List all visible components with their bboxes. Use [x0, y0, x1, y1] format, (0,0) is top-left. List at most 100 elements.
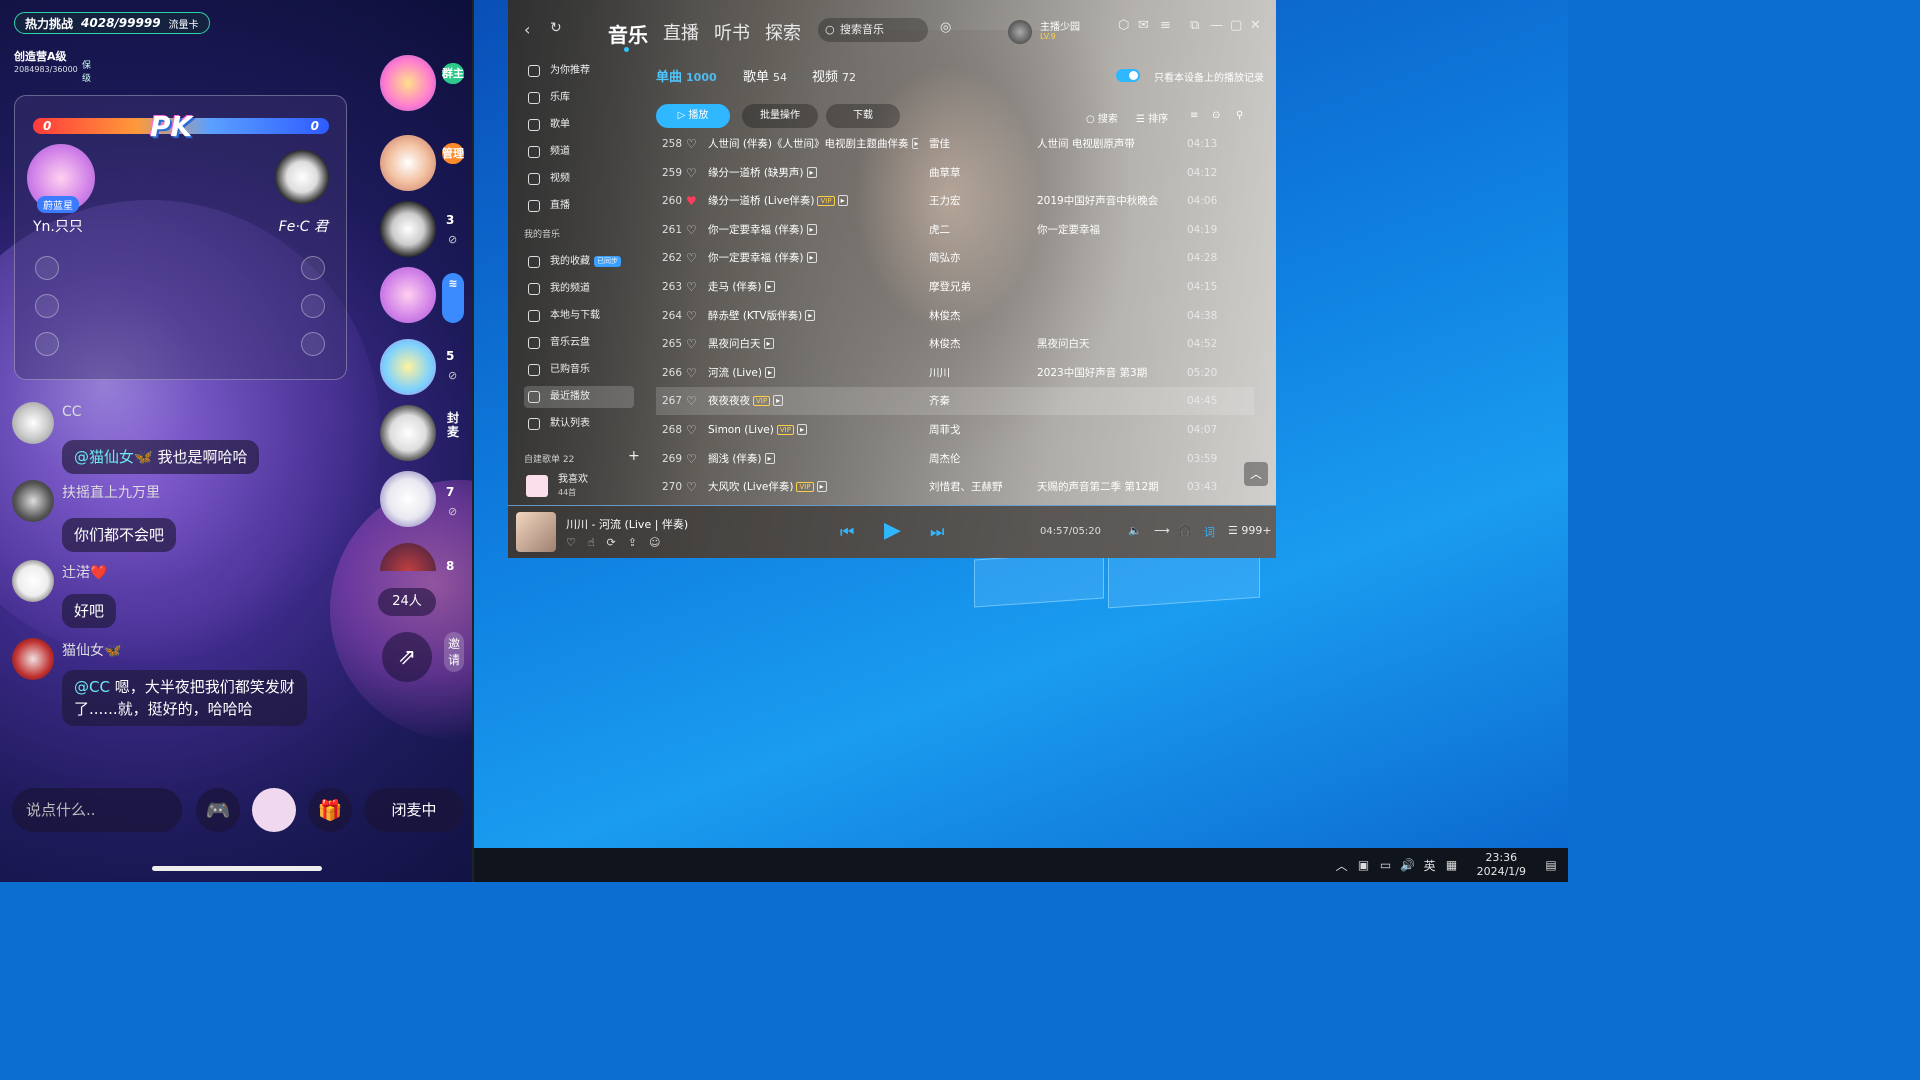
sidebar-item-live[interactable]: 直播 [524, 195, 634, 217]
song-artist[interactable]: 川川 [929, 359, 1029, 387]
tab-music[interactable]: 音乐 [608, 19, 648, 52]
table-row[interactable]: 261 ♡ 你一定要幸福 (伴奏) ▸ 虎二 你一定要幸福 04:19 [656, 216, 1254, 244]
minimize-icon[interactable]: — [1210, 18, 1223, 33]
now-playing-title[interactable]: 川川 - 河流 (Live | 伴奏) [566, 516, 688, 532]
mv-icon[interactable]: ▸ [764, 452, 775, 464]
avatar[interactable] [12, 560, 54, 602]
maximize-icon[interactable]: ▢ [1230, 18, 1242, 33]
close-icon[interactable]: ✕ [1250, 18, 1261, 33]
table-row[interactable]: 263 ♡ 走马 (伴奏) ▸ 摩登兄弟 04:15 [656, 273, 1254, 301]
song-album[interactable]: 天赐的声音第二季 第12期 [1037, 473, 1187, 501]
loop-mode-icon[interactable]: ⟶ [1154, 524, 1170, 537]
mention[interactable]: @猫仙女🦋 [74, 448, 153, 466]
table-row[interactable]: 264 ♡ 醉赤壁 (KTV版伴奏) ▸ 林俊杰 04:38 [656, 302, 1254, 330]
heart-icon[interactable]: ♡ [686, 302, 697, 330]
heart-icon[interactable]: ♡ [686, 445, 697, 473]
seat-3-avatar[interactable] [380, 201, 436, 257]
song-title[interactable]: 缘分一道桥 (缺男声) ▸ [708, 159, 918, 187]
sound-effect-icon[interactable]: 🎧 [1178, 524, 1192, 537]
heart-icon[interactable]: ♡ [686, 330, 697, 358]
heart-icon[interactable]: ♡ [686, 273, 697, 301]
song-title[interactable]: 搁浅 (伴奏) ▸ [708, 445, 918, 473]
mv-icon[interactable]: ▸ [806, 223, 817, 235]
notification-icon[interactable]: ▤ [1544, 858, 1558, 872]
mv-icon[interactable]: ▸ [816, 481, 827, 493]
heart-icon[interactable]: ♡ [686, 244, 697, 272]
table-row[interactable]: 266 ♡ 河流 (Live) ▸ 川川 2023中国好声音 第3期 05:20 [656, 359, 1254, 387]
sidebar-item-recent[interactable]: 最近播放 [524, 386, 634, 408]
song-title[interactable]: 走马 (伴奏) ▸ [708, 273, 918, 301]
camp-rank[interactable]: 创造营A级 2084983/36000 保级 [14, 50, 91, 84]
song-artist[interactable]: 雷佳 [929, 130, 1029, 158]
song-title[interactable]: Simon (Live) VIP ▸ [708, 416, 918, 444]
seat-6-avatar[interactable] [380, 405, 436, 461]
mv-icon[interactable]: ▸ [911, 138, 918, 149]
tab-videos[interactable]: 视频 72 [812, 66, 856, 85]
user-filter-icon[interactable]: ⚲ [1236, 110, 1243, 121]
tab-singles[interactable]: 单曲 1000 [656, 66, 717, 85]
heart-icon[interactable]: ♡ [686, 159, 697, 187]
online-count[interactable]: 24人 [378, 588, 436, 616]
song-artist[interactable]: 林俊杰 [929, 330, 1029, 358]
avatar[interactable] [12, 480, 54, 522]
sidebar-item-recommend[interactable]: 为你推荐 [524, 60, 634, 82]
song-title[interactable]: 人世间 (伴奏)《人世间》电视剧主题曲伴奏 ▸ [708, 130, 918, 158]
mention[interactable]: @CC [74, 678, 110, 696]
sidebar-item-library[interactable]: 乐库 [524, 87, 634, 109]
table-row[interactable]: 265 ♡ 黑夜问白天 ▸ 林俊杰 黑夜问白天 04:52 [656, 330, 1254, 358]
table-row[interactable]: 268 ♡ Simon (Live) VIP ▸ 周菲戈 04:07 [656, 416, 1254, 444]
seat-4-avatar[interactable] [380, 267, 436, 323]
sidebar-item-default-list[interactable]: 默认列表 [524, 413, 634, 435]
song-artist[interactable]: 王力宏 [929, 187, 1029, 215]
host-avatar[interactable] [380, 55, 436, 111]
clock[interactable]: 23:36 2024/1/9 [1477, 851, 1526, 879]
emoji-avatar-button[interactable] [252, 788, 296, 832]
back-icon[interactable]: ‹ [524, 20, 530, 39]
heart-icon[interactable]: ♡ [686, 130, 697, 158]
song-album[interactable]: 黑夜问白天 [1037, 330, 1187, 358]
player-action-icons[interactable]: ♡☝⟳⇪☺ [566, 536, 672, 549]
sidebar-item-cloud-drive[interactable]: 音乐云盘 [524, 332, 634, 354]
gamepad-icon[interactable]: 🎮 [196, 788, 240, 832]
playlist-button[interactable]: ☰ 999+ [1228, 524, 1272, 537]
sidebar-item-my-channels[interactable]: 我的频道 [524, 278, 634, 300]
mv-icon[interactable]: ▸ [773, 395, 784, 407]
song-artist[interactable]: 虎二 [929, 216, 1029, 244]
song-title[interactable]: 黑夜问白天 ▸ [708, 330, 918, 358]
sidebar-item-favorites[interactable]: 我的收藏 已同步 [524, 251, 634, 273]
song-artist[interactable]: 周杰伦 [929, 445, 1029, 473]
tab-live[interactable]: 直播 [663, 19, 699, 45]
song-artist[interactable]: 摩登兄弟 [929, 273, 1029, 301]
chevron-up-icon[interactable]: ︿ [1335, 858, 1349, 873]
download-button[interactable]: 下载 [826, 104, 900, 128]
table-row[interactable]: 258 ♡ 人世间 (伴奏)《人世间》电视剧主题曲伴奏 ▸ 雷佳 人世间 电视剧原声带 04… [656, 130, 1254, 158]
song-title[interactable]: 夜夜夜夜 VIP ▸ [708, 387, 918, 415]
mv-icon[interactable]: ▸ [806, 252, 817, 264]
tab-explore[interactable]: 探索 [765, 19, 801, 45]
invite-button[interactable]: 邀请 [444, 632, 464, 672]
song-album[interactable]: 2023中国好声音 第3期 [1037, 359, 1187, 387]
song-artist[interactable]: 周菲戈 [929, 416, 1029, 444]
heart-icon[interactable]: ♡ [686, 473, 697, 501]
song-artist[interactable]: 曲草草 [929, 159, 1029, 187]
empty-seat-icon[interactable] [35, 294, 59, 318]
heart-icon[interactable]: ♡ [686, 359, 697, 387]
share-icon[interactable]: ⇗ [382, 632, 432, 682]
mv-icon[interactable]: ▸ [806, 166, 817, 178]
list-search-button[interactable]: ○ 搜索 [1086, 110, 1118, 125]
skin-icon[interactable]: ⬡ [1118, 18, 1129, 33]
mv-icon[interactable]: ▸ [805, 309, 816, 321]
mic-toggle-button[interactable]: 闭麦中 [364, 788, 464, 832]
ime-indicator[interactable]: 英 [1423, 858, 1437, 873]
voice-search-icon[interactable]: ◎ [940, 20, 951, 35]
mv-icon[interactable]: ▸ [764, 281, 775, 292]
song-title[interactable]: 你一定要幸福 (伴奏) ▸ [708, 216, 918, 244]
mini-mode-icon[interactable]: ⧉ [1190, 18, 1199, 33]
add-playlist-icon[interactable]: + [628, 448, 640, 464]
heart-icon[interactable]: ♥ [686, 187, 697, 215]
sidebar-item-videos[interactable]: 视频 [524, 168, 634, 190]
sidebar-item-local-download[interactable]: 本地与下载 [524, 305, 634, 327]
table-row[interactable]: 260 ♥ 缘分一道桥 (Live伴奏) VIP ▸ 王力宏 2019中国好声音中秋晚会 04… [656, 187, 1254, 215]
keyboard-layout-icon[interactable]: ▦ [1445, 858, 1459, 872]
pk-right-avatar[interactable] [275, 150, 329, 204]
